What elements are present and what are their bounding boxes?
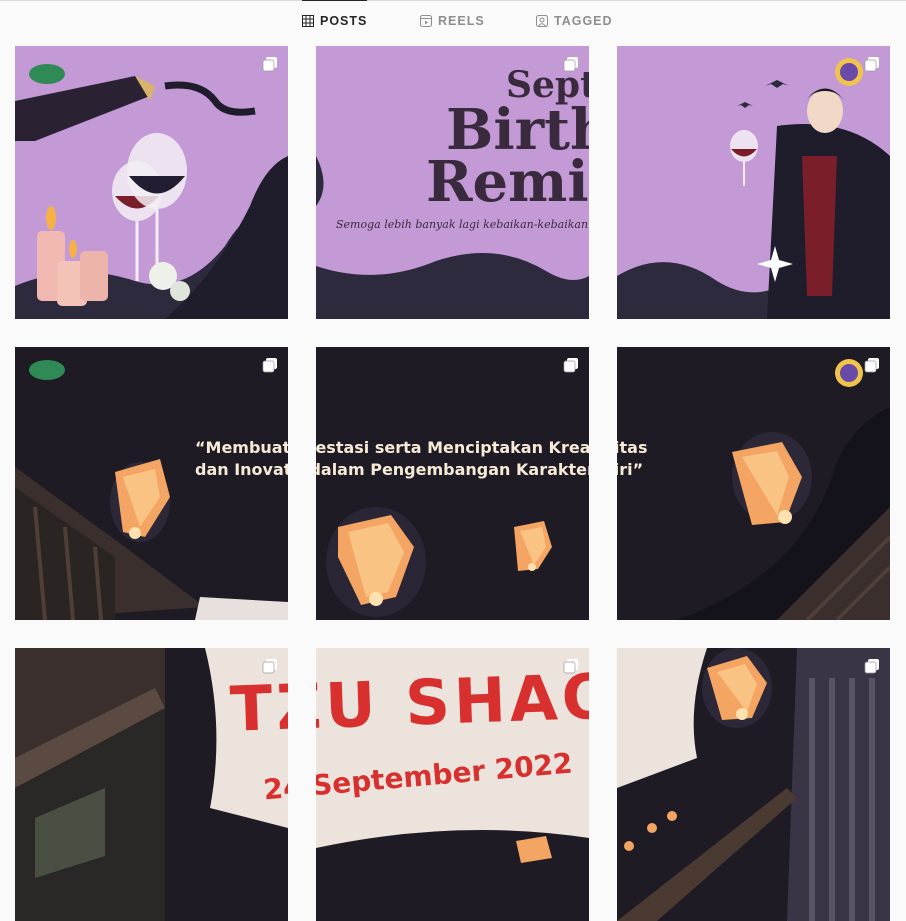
quote-line2-part: dan Inovatif dalam Pengembangan Karakter… xyxy=(195,460,288,479)
post-image-wine xyxy=(15,46,288,319)
multi-post-icon xyxy=(262,358,277,373)
post-tile[interactable]: “Membuat Prestasi serta Menciptakan Krea… xyxy=(617,347,890,620)
reels-icon xyxy=(420,15,432,27)
multi-post-icon xyxy=(563,358,578,373)
tab-posts[interactable]: POSTS xyxy=(302,0,368,41)
post-tile[interactable] xyxy=(15,46,288,319)
post-tile[interactable]: TZU SHAO 24 September 2022 xyxy=(617,648,890,921)
tab-tagged[interactable]: TAGGED xyxy=(536,1,613,41)
quote-line1: “Membuat Prestasi serta Menciptakan Krea… xyxy=(316,438,589,457)
post-image-lantern-center xyxy=(316,347,589,620)
multi-post-icon xyxy=(563,57,578,72)
birthday-title-big2: Reminder xyxy=(426,149,589,215)
quote-line2-part: dan Inovatif dalam Pengembangan Karakter… xyxy=(617,460,644,479)
banner-title-part: TZU SHAO xyxy=(228,659,288,746)
grid-icon xyxy=(302,15,314,27)
tab-reels[interactable]: REELS xyxy=(420,1,485,41)
profile-tabs: POSTS REELS TAGGED xyxy=(0,0,906,41)
tab-reels-label: REELS xyxy=(438,14,485,28)
quote-line2: dan Inovatif dalam Pengembangan Karakter… xyxy=(316,460,589,479)
multi-post-icon xyxy=(864,659,879,674)
post-tile[interactable]: TZU SHAO 24 September 2022 xyxy=(316,648,589,921)
tab-tagged-label: TAGGED xyxy=(554,14,613,28)
post-image-vampire xyxy=(617,46,890,319)
post-image-banner-right xyxy=(617,648,890,921)
post-image-lantern-left xyxy=(15,347,288,620)
banner-title: TZU SHAO xyxy=(316,659,589,746)
post-image-lantern-right xyxy=(617,347,890,620)
post-tile[interactable]: “Membuat Prestasi serta Menciptakan Krea… xyxy=(316,347,589,620)
post-tile[interactable]: “Membuat Prestasi serta Menciptakan Krea… xyxy=(15,347,288,620)
multi-post-icon xyxy=(864,57,879,72)
birthday-subtitle: Semoga lebih banyak lagi kebaikan-kebaik… xyxy=(336,218,589,231)
multi-post-icon xyxy=(864,358,879,373)
post-tile[interactable]: September Birthday Reminder Semoga lebih… xyxy=(316,46,589,319)
quote-line1-part: “Membuat Prestasi serta Menciptakan Krea… xyxy=(617,438,648,457)
tab-posts-label: POSTS xyxy=(320,14,368,28)
post-tile[interactable] xyxy=(617,46,890,319)
multi-post-icon xyxy=(262,57,277,72)
post-tile[interactable]: TZU SHAO 24 September 2022 xyxy=(15,648,288,921)
quote-line1-part: “Membuat Prestasi serta Menciptakan Krea… xyxy=(195,438,288,457)
tagged-icon xyxy=(536,15,548,27)
